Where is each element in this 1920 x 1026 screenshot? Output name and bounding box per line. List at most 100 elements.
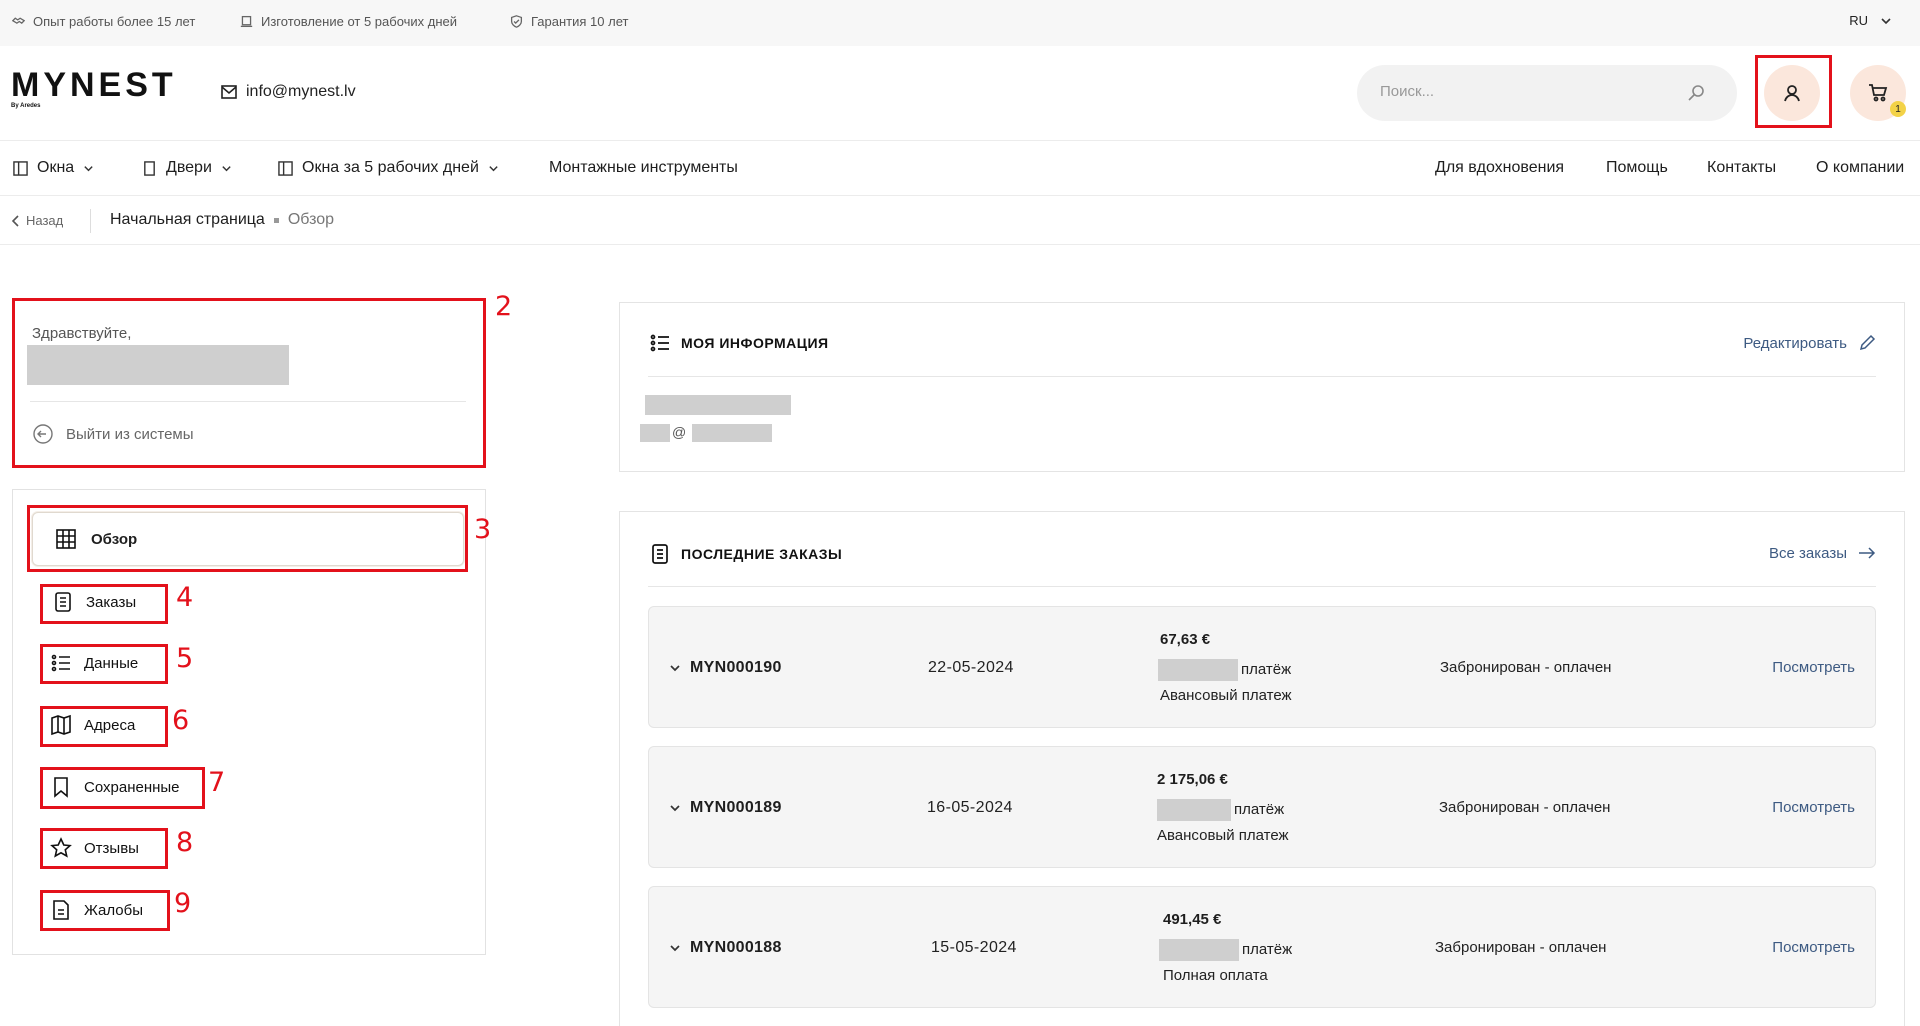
order-row[interactable]: MYN000189 16-05-2024 2 175,06 € платёж А… <box>648 746 1876 868</box>
nav-item-inspiration[interactable]: Для вдохновения <box>1435 159 1564 177</box>
usp-production: Изготовление от 5 рабочих дней <box>240 14 457 29</box>
window-icon <box>278 160 293 176</box>
order-view-link[interactable]: Посмотреть <box>1772 659 1855 676</box>
order-row[interactable]: MYN000190 22-05-2024 67,63 € платёж Аван… <box>648 606 1876 728</box>
menu-item-reviews-label: Отзывы <box>84 839 139 857</box>
divider <box>30 401 466 402</box>
top-info-bar: Опыт работы более 15 лет Изготовление от… <box>0 0 1920 46</box>
nav-item-tools[interactable]: Монтажные инструменты <box>549 159 738 177</box>
chevron-left-icon <box>11 214 19 227</box>
order-payment-suffix: платёж <box>1242 940 1293 958</box>
breadcrumb-home[interactable]: Начальная страница <box>110 211 265 229</box>
all-orders-link[interactable]: Все заказы <box>1769 544 1876 562</box>
pencil-icon <box>1859 334 1876 351</box>
box-icon <box>240 15 253 28</box>
nav-item-help[interactable]: Помощь <box>1606 159 1668 177</box>
usp-production-label: Изготовление от 5 рабочих дней <box>261 14 458 29</box>
document-icon <box>53 900 69 920</box>
usp-warranty: Гарантия 10 лет <box>510 14 628 29</box>
menu-item-overview[interactable]: Обзор <box>32 512 464 566</box>
order-id[interactable]: MYN000190 <box>669 659 782 677</box>
search-input[interactable] <box>1380 83 1680 100</box>
logout-icon <box>33 424 53 444</box>
breadcrumb-separator <box>273 217 279 223</box>
order-view-link[interactable]: Посмотреть <box>1772 799 1855 816</box>
recent-orders-title: ПОСЛЕДНИЕ ЗАКАЗЫ <box>649 543 842 565</box>
shield-icon <box>510 15 523 28</box>
all-orders-label: Все заказы <box>1769 544 1847 562</box>
breadcrumb-divider <box>90 209 91 233</box>
chevron-down-icon <box>1881 17 1891 24</box>
order-view-link[interactable]: Посмотреть <box>1772 939 1855 956</box>
order-row[interactable]: MYN000188 15-05-2024 491,45 € платёж Пол… <box>648 886 1876 1008</box>
order-status: Забронирован - оплачен <box>1435 939 1607 956</box>
orders-list-icon <box>55 592 71 612</box>
order-id[interactable]: MYN000188 <box>669 939 782 957</box>
chevron-down-icon <box>670 805 680 812</box>
order-payment: платёж <box>1157 799 1284 821</box>
order-payment-type: Авансовый платеж <box>1160 687 1292 704</box>
usp-warranty-label: Гарантия 10 лет <box>531 14 629 29</box>
nav-item-about[interactable]: О компании <box>1816 159 1904 177</box>
map-icon <box>51 714 71 736</box>
order-date: 22-05-2024 <box>928 659 1014 676</box>
order-payment: платёж <box>1159 939 1292 961</box>
back-link[interactable]: Назад <box>11 213 63 228</box>
logo[interactable]: MYNEST By Aredes <box>11 68 177 109</box>
nav-item-about-label: О компании <box>1816 159 1905 176</box>
greeting-text: Здравствуйте, <box>32 325 132 342</box>
annotation-number-2: 2 <box>495 291 513 322</box>
menu-item-orders-label: Заказы <box>86 593 137 611</box>
site-header: MYNEST By Aredes info@mynest.lv 1 <box>0 46 1920 141</box>
chevron-down-icon <box>670 945 680 952</box>
nav-item-fast-windows[interactable]: Окна за 5 рабочих дней <box>278 159 499 177</box>
back-link-label: Назад <box>26 213 64 228</box>
redacted-payment-method <box>1158 659 1238 681</box>
my-info-title-label: МОЯ ИНФОРМАЦИЯ <box>681 335 829 351</box>
menu-item-addresses[interactable]: Адреса <box>50 714 135 736</box>
menu-item-saved[interactable]: Сохраненные <box>50 776 180 798</box>
list-icon <box>650 334 669 352</box>
nav-item-windows[interactable]: Окна <box>13 159 94 177</box>
edit-info-label: Редактировать <box>1743 334 1847 352</box>
nav-item-tools-label: Монтажные инструменты <box>549 159 738 176</box>
menu-item-complaints[interactable]: Жалобы <box>50 899 143 921</box>
chevron-down-icon <box>222 165 231 171</box>
bookmark-icon <box>54 777 68 798</box>
order-amount: 67,63 € <box>1160 631 1211 648</box>
annotation-number-5: 5 <box>176 643 194 674</box>
annotation-number-3: 3 <box>474 514 492 545</box>
menu-item-addresses-label: Адреса <box>84 716 136 734</box>
order-status: Забронирован - оплачен <box>1440 659 1612 676</box>
redacted-email-domain <box>692 424 772 442</box>
redacted-email-user <box>640 424 670 442</box>
cart-button[interactable]: 1 <box>1850 65 1906 121</box>
logout-link[interactable]: Выйти из системы <box>32 423 194 445</box>
mail-icon <box>221 85 237 99</box>
menu-item-data[interactable]: Данные <box>50 652 138 674</box>
recent-orders-title-label: ПОСЛЕДНИЕ ЗАКАЗЫ <box>681 546 843 562</box>
arrow-right-icon <box>1859 547 1876 559</box>
order-payment-type: Авансовый платеж <box>1157 827 1289 844</box>
search-button[interactable] <box>1687 83 1707 103</box>
grid-icon <box>56 529 76 549</box>
menu-item-orders[interactable]: Заказы <box>52 591 136 613</box>
order-status: Забронирован - оплачен <box>1439 799 1611 816</box>
cart-count-badge: 1 <box>1890 101 1906 117</box>
redacted-user-name <box>27 345 289 385</box>
edit-info-link[interactable]: Редактировать <box>1743 334 1876 352</box>
menu-item-reviews[interactable]: Отзывы <box>50 837 139 859</box>
language-selector[interactable]: RU <box>1849 13 1892 28</box>
nav-item-contacts[interactable]: Контакты <box>1707 159 1776 177</box>
divider <box>648 376 1876 377</box>
order-payment-suffix: платёж <box>1241 660 1292 678</box>
order-amount: 2 175,06 € <box>1157 771 1228 788</box>
nav-item-doors[interactable]: Двери <box>142 159 232 177</box>
account-button[interactable] <box>1764 65 1820 121</box>
my-info-card: МОЯ ИНФОРМАЦИЯ Редактировать @ <box>619 302 1905 472</box>
order-id[interactable]: MYN000189 <box>669 799 782 817</box>
usp-experience: Опыт работы более 15 лет <box>12 14 195 29</box>
language-label: RU <box>1849 13 1868 28</box>
contact-email-link[interactable]: info@mynest.lv <box>221 83 356 101</box>
list-icon <box>51 654 70 672</box>
